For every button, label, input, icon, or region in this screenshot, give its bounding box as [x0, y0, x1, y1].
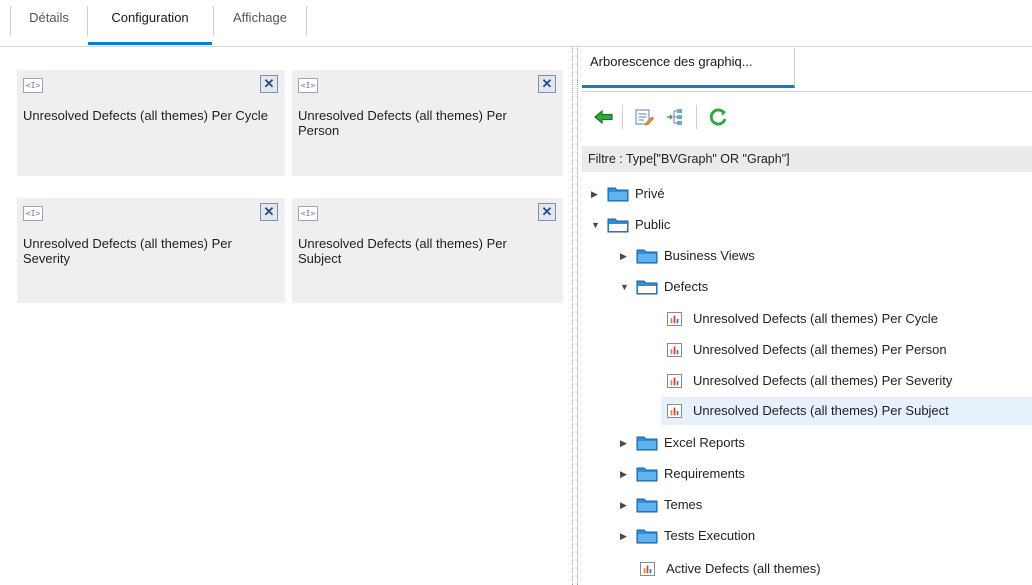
- refresh-icon[interactable]: [706, 105, 730, 129]
- graph-card[interactable]: <I> ✕ Unresolved Defects (all themes) Pe…: [17, 198, 285, 303]
- bar-chart-icon: [667, 374, 682, 388]
- collapse-arrow-icon[interactable]: ▼: [591, 213, 601, 237]
- tab-separator: [10, 6, 11, 36]
- folder-open-icon: [607, 218, 629, 233]
- graph-placeholder-icon: <I>: [23, 78, 43, 93]
- tree-toolbar: [582, 97, 1032, 137]
- tree-leaf-graph[interactable]: Active Defects (all themes): [634, 555, 894, 583]
- bar-chart-icon: [667, 404, 682, 418]
- tree-leaf-graph[interactable]: Unresolved Defects (all themes) Per Cycl…: [661, 305, 1001, 333]
- divider: [582, 91, 1032, 92]
- tree-structure-icon[interactable]: [664, 105, 688, 129]
- tree-leaf-label: Unresolved Defects (all themes) Per Cycl…: [693, 311, 938, 326]
- tree-leaf-label: Unresolved Defects (all themes) Per Pers…: [693, 342, 947, 357]
- tree-node-label: Temes: [664, 497, 703, 512]
- tree-node-label: Privé: [635, 186, 665, 201]
- toolbar-separator: [696, 105, 697, 129]
- bar-chart-icon: [640, 562, 655, 576]
- graph-card[interactable]: <I> ✕ Unresolved Defects (all themes) Pe…: [17, 70, 285, 176]
- tab-configuration[interactable]: Configuration: [88, 0, 212, 45]
- tree-leaf-graph[interactable]: Unresolved Defects (all themes) Per Seve…: [661, 367, 1006, 395]
- bar-chart-icon: [667, 312, 682, 326]
- graph-card-title: Unresolved Defects (all themes) Per Seve…: [23, 236, 232, 266]
- folder-icon: [636, 467, 658, 482]
- graph-card-title: Unresolved Defects (all themes) Per Cycl…: [23, 108, 268, 123]
- tree-leaf-graph-selected[interactable]: Unresolved Defects (all themes) Per Subj…: [661, 397, 1032, 425]
- tab-affichage[interactable]: Affichage: [214, 0, 306, 44]
- tab-graph-tree[interactable]: Arborescence des graphiq...: [582, 48, 795, 88]
- expand-arrow-icon[interactable]: ▶: [620, 524, 630, 548]
- expand-arrow-icon[interactable]: ▶: [620, 493, 630, 517]
- folder-icon: [636, 436, 658, 451]
- graph-card-title: Unresolved Defects (all themes) Per Pers…: [298, 108, 507, 138]
- expand-arrow-icon[interactable]: ▶: [620, 431, 630, 455]
- expand-arrow-icon[interactable]: ▶: [620, 462, 630, 486]
- folder-open-icon: [636, 280, 658, 295]
- folder-icon: [607, 187, 629, 202]
- tree-leaf-label: Unresolved Defects (all themes) Per Seve…: [693, 373, 953, 388]
- tree-node-label: Public: [635, 217, 671, 232]
- remove-graph-button[interactable]: ✕: [260, 203, 278, 221]
- remove-graph-button[interactable]: ✕: [538, 75, 556, 93]
- tab-separator: [306, 6, 307, 36]
- folder-icon: [636, 249, 658, 264]
- tree-node-label: Defects: [664, 279, 709, 294]
- graph-placeholder-icon: <I>: [23, 206, 43, 221]
- folder-icon: [636, 529, 658, 544]
- tree-node-label: Tests Execution: [664, 528, 756, 543]
- folder-icon: [636, 498, 658, 513]
- graph-card-title: Unresolved Defects (all themes) Per Subj…: [298, 236, 507, 266]
- toolbar-separator: [622, 105, 623, 129]
- panel-splitter[interactable]: [572, 46, 578, 585]
- expand-arrow-icon[interactable]: ▶: [591, 182, 601, 206]
- tree-node-label: Business Views: [664, 248, 755, 263]
- edit-list-icon[interactable]: [632, 105, 656, 129]
- graph-card[interactable]: <I> ✕ Unresolved Defects (all themes) Pe…: [292, 198, 563, 303]
- collapse-arrow-icon[interactable]: ▼: [620, 275, 630, 299]
- tree-leaf-label: Unresolved Defects (all themes) Per Subj…: [693, 403, 949, 418]
- graph-placeholder-icon: <I>: [298, 78, 318, 93]
- remove-graph-button[interactable]: ✕: [538, 203, 556, 221]
- tree-leaf-graph[interactable]: Unresolved Defects (all themes) Per Pers…: [661, 336, 1001, 364]
- back-arrow-icon[interactable]: [592, 105, 616, 129]
- tree-node-label: Requirements: [664, 466, 745, 481]
- tab-details[interactable]: Détails: [12, 0, 86, 44]
- bar-chart-icon: [667, 343, 682, 357]
- filter-bar: Filtre : Type["BVGraph" OR "Graph"]: [582, 146, 1032, 172]
- graph-card[interactable]: <I> ✕ Unresolved Defects (all themes) Pe…: [292, 70, 563, 176]
- remove-graph-button[interactable]: ✕: [260, 75, 278, 93]
- top-tab-bar: Détails Configuration Affichage: [0, 0, 1032, 47]
- graph-placeholder-icon: <I>: [298, 206, 318, 221]
- expand-arrow-icon[interactable]: ▶: [620, 244, 630, 268]
- tree-node-label: Excel Reports: [664, 435, 745, 450]
- tree-leaf-label: Active Defects (all themes): [666, 561, 821, 576]
